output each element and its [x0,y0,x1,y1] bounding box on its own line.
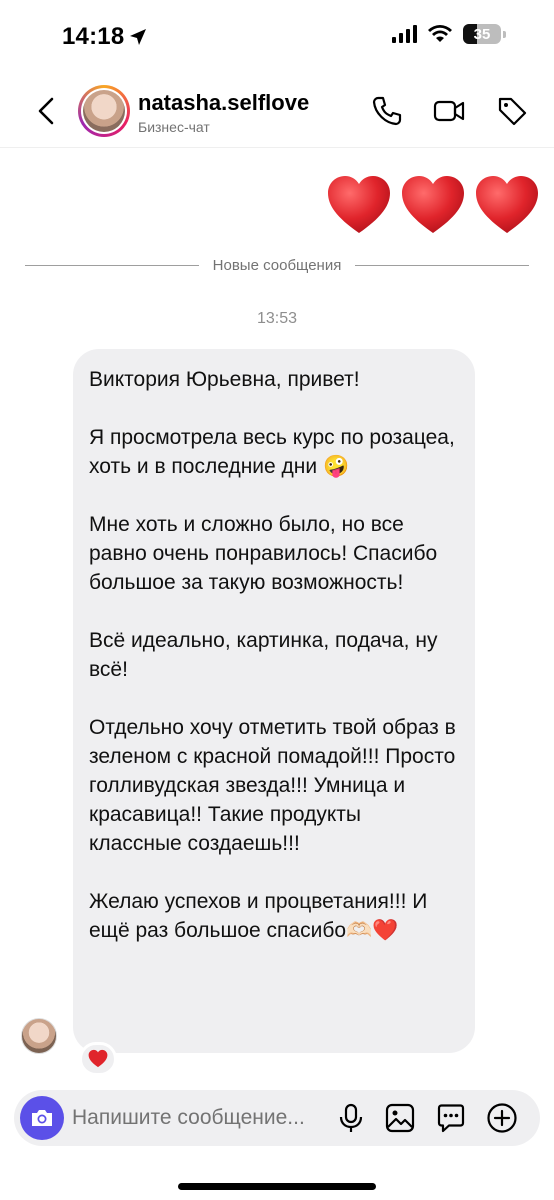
chat-subtitle: Бизнес-чат [138,119,210,135]
message-paragraph: Я просмотрела весь курс по розацеа, хоть… [89,426,461,478]
clock-time: 14:18 [62,23,125,50]
message-reaction[interactable] [79,1042,117,1076]
incoming-message-bubble[interactable]: Виктория Юрьевна, привет! Я просмотрела … [73,349,475,1053]
message-composer [14,1090,540,1146]
battery-cap [503,30,506,38]
phone-icon[interactable] [370,94,404,128]
message-paragraph: Всё идеально, картинка, подача, ну всё! [89,629,444,681]
tag-icon[interactable] [495,94,529,128]
battery-icon: 35 [463,24,501,44]
sender-avatar[interactable] [21,1018,57,1054]
avatar[interactable] [78,85,130,137]
add-icon[interactable] [486,1102,518,1134]
sent-hearts-message[interactable] [326,173,540,239]
message-paragraph: Виктория Юрьевна, привет! [89,368,360,391]
status-indicators: 35 [392,24,506,44]
wifi-icon [428,25,452,42]
heart-icon [328,176,390,233]
chat-header: natasha.selflove Бизнес-чат [0,74,554,148]
message-timestamp: 13:53 [256,310,298,327]
camera-icon [32,1110,52,1126]
signal-icon [392,25,417,43]
video-icon[interactable] [432,94,466,128]
back-chevron-icon[interactable] [30,94,64,128]
sticker-icon[interactable] [435,1102,467,1134]
new-messages-divider: Новые сообщения [25,257,529,274]
message-paragraph: Отдельно хочу отметить твой образ в зеле… [89,716,462,855]
battery-level: 35 [473,25,491,43]
heart-icon [402,176,464,233]
message-paragraph: Желаю успехов и процветания!!! И ещё раз… [89,890,434,942]
location-arrow-icon [130,29,147,45]
status-time: 14:18 [62,23,148,51]
home-indicator [178,1183,376,1190]
message-input[interactable] [72,1104,327,1132]
gallery-icon[interactable] [384,1102,416,1134]
chat-title[interactable]: natasha.selflove [138,90,309,116]
microphone-icon[interactable] [335,1102,367,1134]
heart-reaction-icon [88,1049,108,1068]
camera-button[interactable] [20,1096,64,1140]
heart-icon [476,176,538,233]
divider-label: Новые сообщения [212,257,342,274]
status-bar: 14:18 35 [0,0,554,74]
message-paragraph: Мне хоть и сложно было, но все равно оче… [89,513,444,594]
